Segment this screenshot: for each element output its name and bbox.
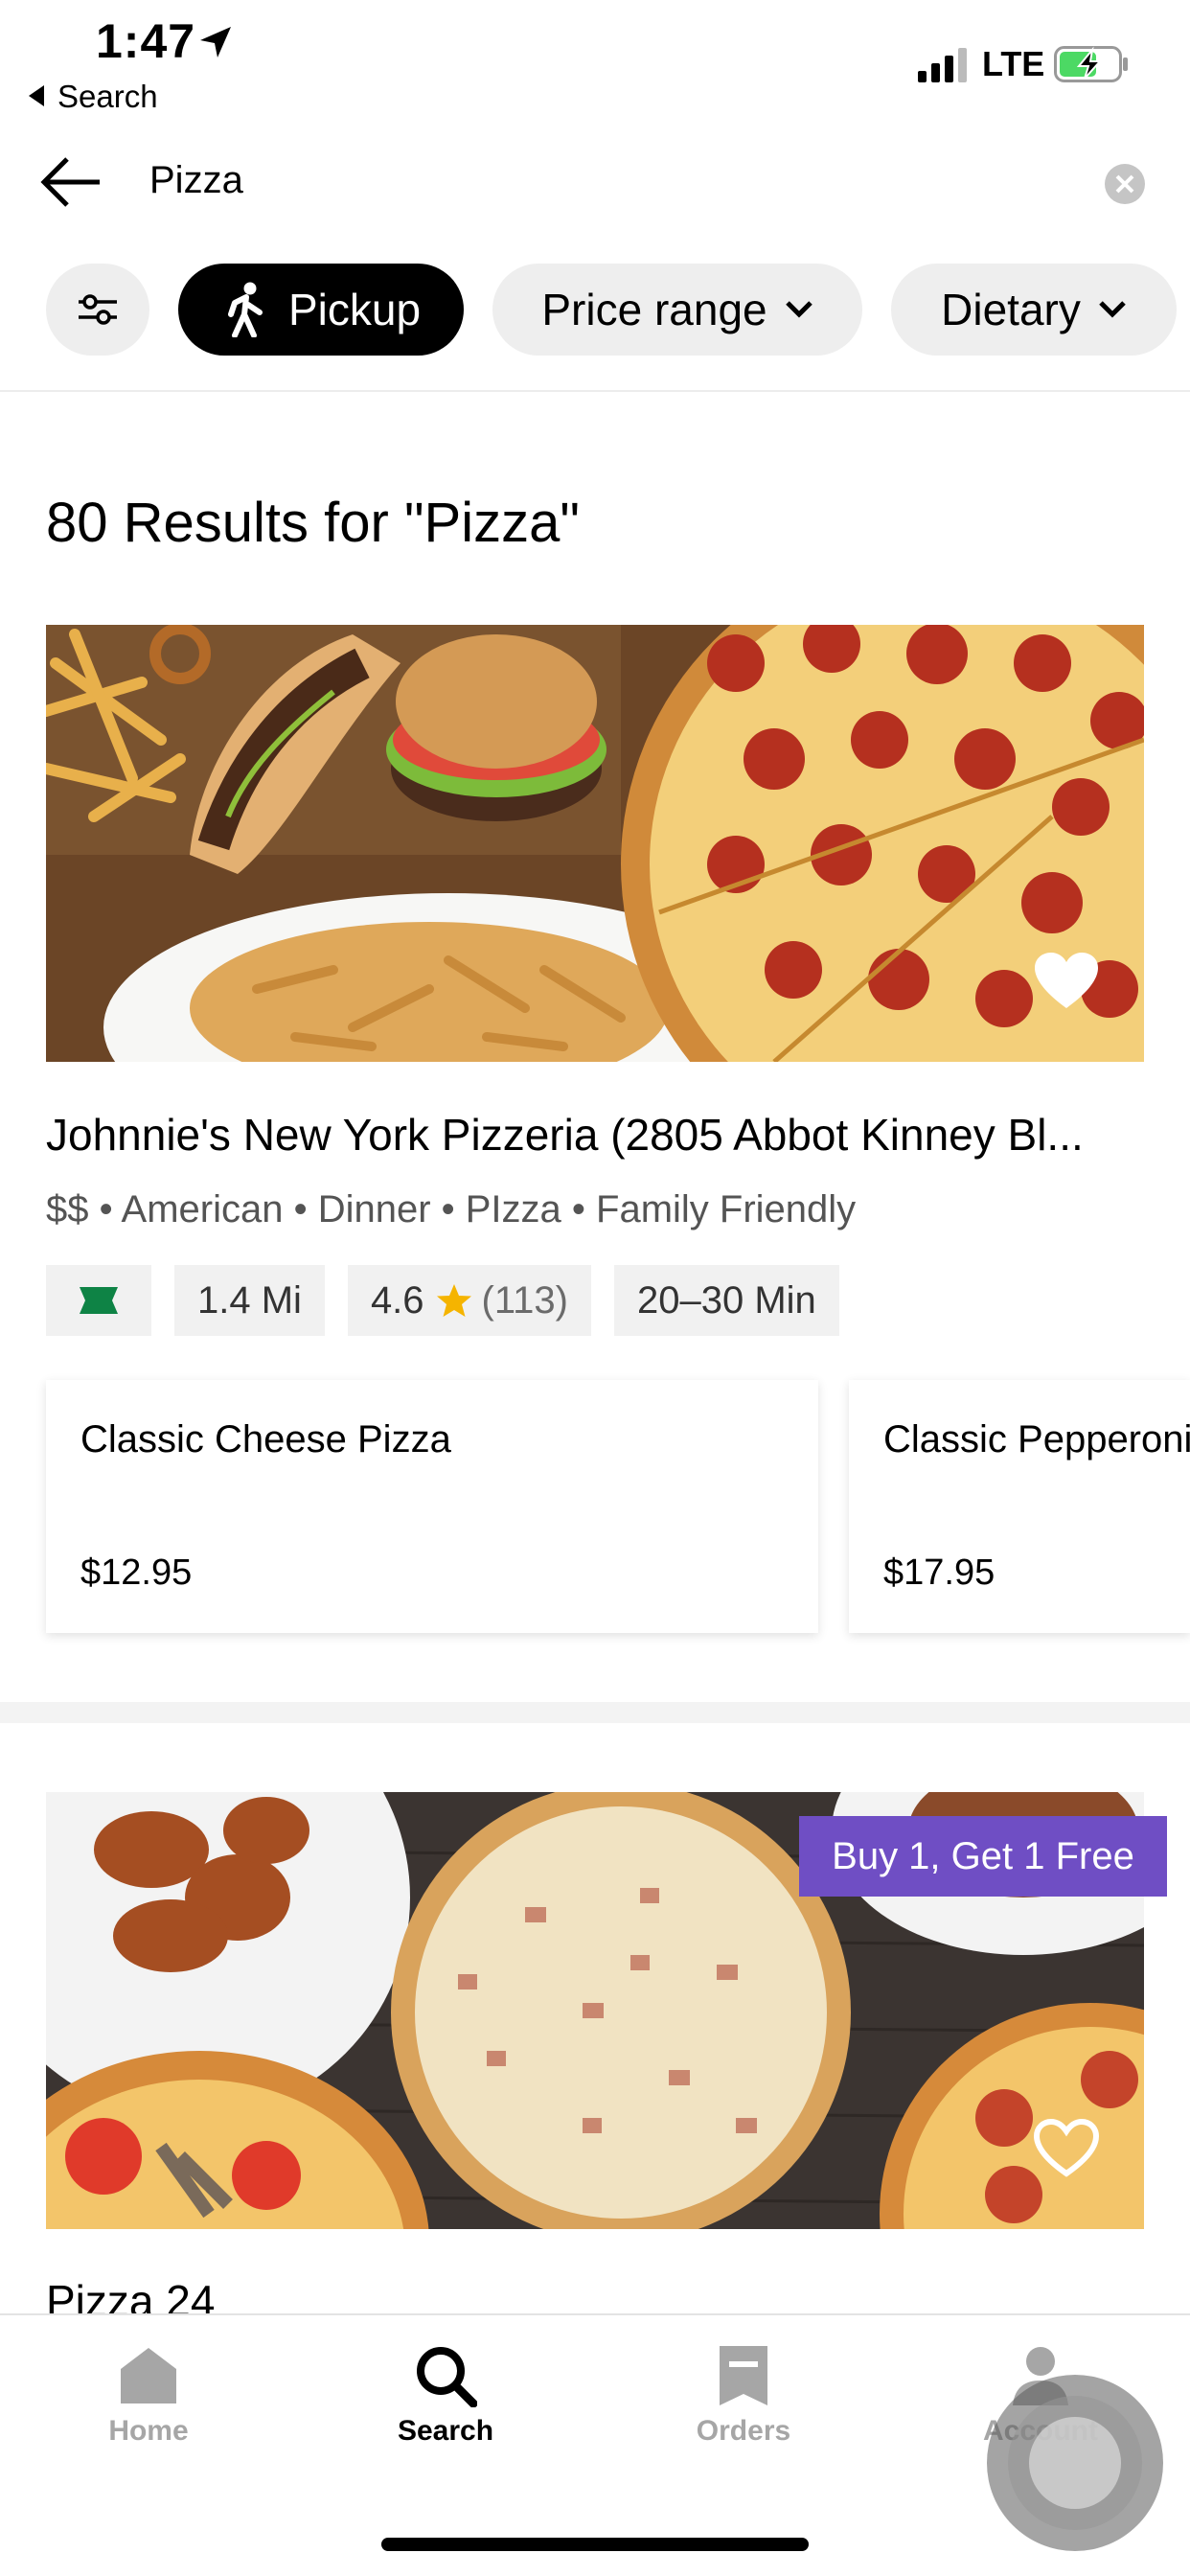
eta-pill: 20–30 Min <box>613 1265 839 1336</box>
walking-person-icon <box>227 282 263 337</box>
favorite-heart-outline-icon[interactable] <box>1033 2118 1100 2179</box>
filter-chips: Pickup Price range Dietary <box>0 264 1190 357</box>
back-triangle-icon <box>29 85 44 106</box>
restaurant-name[interactable]: Johnnie's New York Pizzeria (2805 Abbot … <box>46 1109 1084 1161</box>
home-icon <box>121 2348 176 2404</box>
ticket-icon <box>80 1287 118 1314</box>
promo-badge: Buy 1, Get 1 Free <box>799 1816 1167 1897</box>
price-range-dropdown[interactable]: Price range <box>492 264 862 356</box>
network-type: LTE <box>982 44 1045 83</box>
menu-item-price: $17.95 <box>883 1552 995 1593</box>
rating-value: 4.6 <box>370 1278 424 1322</box>
back-to-search-link[interactable]: Search <box>29 79 158 115</box>
back-to-search-label: Search <box>57 79 158 114</box>
favorite-heart-icon[interactable] <box>1033 951 1100 1012</box>
food-photo <box>46 625 1144 1062</box>
chevron-down-icon <box>1099 301 1126 318</box>
clock: 1:47 <box>96 14 196 68</box>
status-bar: 1:47 Search LTE <box>0 0 1190 125</box>
tab-label: Search <box>397 2415 494 2447</box>
restaurant-tags: $$ • American • Dinner • PIzza • Family … <box>46 1188 857 1230</box>
star-icon <box>436 1284 471 1317</box>
section-divider <box>0 1702 1190 1723</box>
chevron-down-icon <box>785 301 812 318</box>
offer-badge <box>46 1265 151 1336</box>
dietary-dropdown[interactable]: Dietary <box>891 264 1177 356</box>
menu-item-price: $12.95 <box>80 1552 193 1593</box>
distance-pill: 1.4 Mi <box>174 1265 325 1336</box>
clear-search-icon[interactable] <box>1104 163 1146 205</box>
search-icon <box>417 2347 477 2407</box>
restaurant-image[interactable] <box>46 625 1144 1062</box>
pickup-chip[interactable]: Pickup <box>178 264 464 356</box>
search-input[interactable]: Pizza <box>149 159 243 202</box>
battery-charging-icon <box>1054 46 1128 82</box>
dietary-label: Dietary <box>941 285 1081 334</box>
sliders-icon <box>79 294 117 325</box>
assistive-touch-button[interactable] <box>987 2375 1163 2551</box>
home-indicator[interactable] <box>381 2538 809 2551</box>
location-arrow-icon <box>200 27 231 58</box>
tab-orders[interactable]: Orders <box>648 2344 839 2448</box>
search-bar: Pizza <box>0 144 1190 220</box>
restaurant-info-pills: 1.4 Mi 4.6 (113) 20–30 Min <box>46 1265 839 1336</box>
divider <box>0 390 1190 392</box>
price-range-label: Price range <box>541 285 767 334</box>
menu-item-name: Classic Pepperoni Pizza <box>883 1418 1190 1460</box>
tab-home[interactable]: Home <box>53 2344 244 2448</box>
menu-item-card[interactable]: Classic Pepperoni Pizza $17.95 <box>849 1380 1190 1633</box>
rating-count: (113) <box>481 1278 568 1322</box>
signal-icon <box>918 48 967 82</box>
rating-pill: 4.6 (113) <box>347 1265 591 1336</box>
tab-search[interactable]: Search <box>350 2344 541 2448</box>
pickup-label: Pickup <box>287 285 422 334</box>
menu-item-card[interactable]: Classic Cheese Pizza $12.95 <box>46 1380 818 1633</box>
menu-item-name: Classic Cheese Pizza <box>80 1418 451 1460</box>
back-arrow-icon[interactable] <box>38 155 103 209</box>
tab-label: Orders <box>696 2415 791 2447</box>
results-title: 80 Results for "Pizza" <box>46 492 580 554</box>
tab-label: Home <box>108 2415 189 2447</box>
filter-settings-button[interactable] <box>46 264 149 356</box>
receipt-icon <box>720 2346 767 2405</box>
